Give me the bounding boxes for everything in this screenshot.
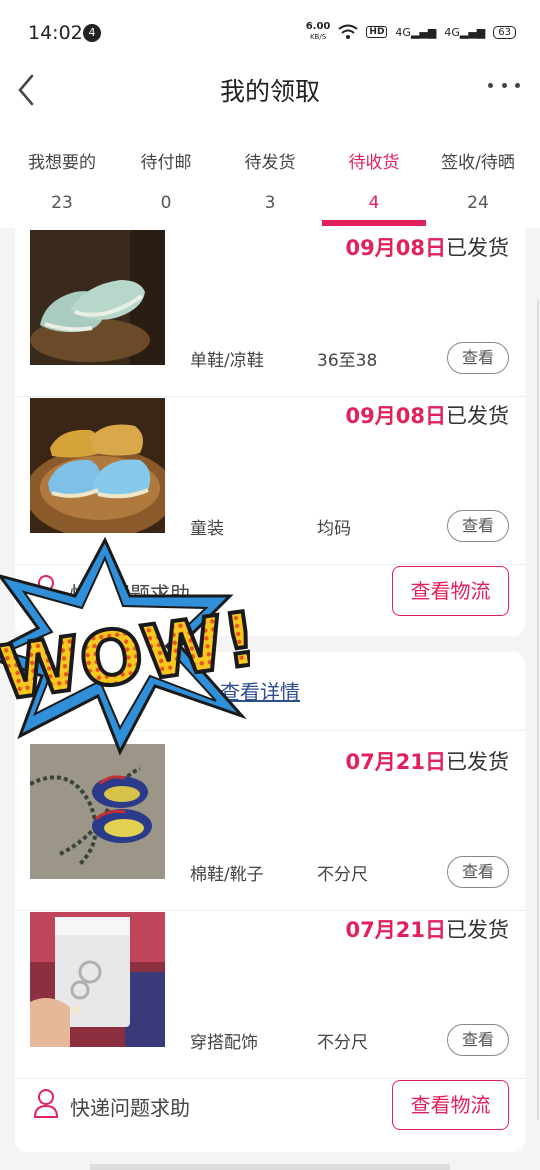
item-size: 36至38 <box>317 351 378 371</box>
order-item[interactable]: 07月21日已发货 棉鞋/靴子 不分尺 查看 <box>15 744 525 911</box>
person-icon <box>33 1089 59 1118</box>
item-size: 均码 <box>317 519 351 539</box>
item-size: 不分尺 <box>317 1033 368 1053</box>
ship-date: 07月21日 <box>345 750 446 774</box>
page-title: 我的领取 <box>219 77 320 106</box>
ship-date: 09月08日 <box>345 236 446 260</box>
scrollbar[interactable] <box>537 300 539 1120</box>
tab-awaiting-receipt[interactable]: 待收货 4 <box>320 148 428 213</box>
view-button[interactable]: 查看 <box>447 510 509 542</box>
tab-label: 待付邮 <box>140 153 192 173</box>
product-image-sneakers <box>30 230 165 365</box>
product-image-kids-shoes <box>30 398 165 533</box>
product-image-boots <box>30 744 165 879</box>
order-footer: 快递问题求助 查看物流 <box>15 1066 525 1150</box>
product-image-accessory <box>30 912 165 1047</box>
order-item[interactable]: 09月08日已发货 单鞋/凉鞋 36至38 查看 <box>15 230 525 397</box>
wow-sticker: WOW! <box>0 536 250 756</box>
more-options-icon[interactable] <box>488 80 520 90</box>
item-category: 穿搭配饰 <box>190 1033 258 1053</box>
hd-icon: HD <box>366 26 388 38</box>
ship-status: 09月08日已发货 <box>346 400 509 430</box>
ship-status: 07月21日已发货 <box>346 746 509 776</box>
net-label-1: 4G <box>395 25 411 39</box>
top-bar: 我的领取 <box>0 62 540 122</box>
status-bar: 14:02 4 6.00 KB/S HD 4G▂▄▆ 4G▂▄▆ 63 <box>0 0 540 62</box>
tab-count: 3 <box>264 193 276 213</box>
status-icons: 6.00 KB/S HD 4G▂▄▆ 4G▂▄▆ 63 <box>306 22 516 42</box>
ship-status: 09月08日已发货 <box>346 232 509 262</box>
tab-count: 23 <box>51 193 73 213</box>
tab-label: 待发货 <box>244 153 296 173</box>
wifi-icon <box>338 24 359 39</box>
view-button[interactable]: 查看 <box>447 342 509 374</box>
ship-status-text: 已发货 <box>446 750 509 774</box>
ship-status-text: 已发货 <box>446 918 509 942</box>
tab-count: 4 <box>368 193 380 213</box>
order-tabs: 我想要的 23 待付邮 0 待发货 3 待收货 4 签收/待晒 24 <box>0 122 540 228</box>
tab-wanted[interactable]: 我想要的 23 <box>8 148 116 213</box>
tab-signed-review[interactable]: 签收/待晒 24 <box>424 148 532 213</box>
bottom-edge <box>90 1164 450 1170</box>
tab-count: 0 <box>160 193 172 213</box>
courier-help-link[interactable]: 快递问题求助 <box>70 1092 190 1121</box>
tab-count: 24 <box>467 193 489 213</box>
battery-icon: 63 <box>493 25 516 39</box>
item-category: 单鞋/凉鞋 <box>190 351 264 371</box>
signal-icon-2: 4G▂▄▆ <box>444 25 486 39</box>
tab-label: 签收/待晒 <box>441 153 515 173</box>
speed-value: 6.00 <box>305 21 331 32</box>
ship-status-text: 已发货 <box>446 236 509 260</box>
net-label-2: 4G <box>444 25 460 39</box>
item-size: 不分尺 <box>317 865 368 885</box>
signal-icon-1: 4G▂▄▆ <box>395 25 437 39</box>
ship-date: 07月21日 <box>345 918 446 942</box>
tab-awaiting-shipment[interactable]: 待发货 3 <box>216 148 324 213</box>
tab-label: 待收货 <box>348 153 400 173</box>
tab-awaiting-postage[interactable]: 待付邮 0 <box>112 148 220 213</box>
speed-unit: KB/S <box>309 33 327 41</box>
status-time: 14:02 <box>28 22 83 44</box>
notification-badge: 4 <box>83 24 101 42</box>
view-button[interactable]: 查看 <box>447 1024 509 1056</box>
ship-status-text: 已发货 <box>446 404 509 428</box>
view-logistics-button[interactable]: 查看物流 <box>392 566 509 616</box>
active-tab-indicator <box>322 220 426 226</box>
ship-status: 07月21日已发货 <box>346 914 509 944</box>
order-item[interactable]: 07月21日已发货 穿搭配饰 不分尺 查看 <box>15 912 525 1079</box>
network-speed: 6.00 KB/S <box>306 22 331 42</box>
ship-date: 09月08日 <box>345 404 446 428</box>
view-logistics-button[interactable]: 查看物流 <box>392 1080 509 1130</box>
view-button[interactable]: 查看 <box>447 856 509 888</box>
item-category: 棉鞋/靴子 <box>190 865 264 885</box>
tab-label: 我想要的 <box>28 153 96 173</box>
